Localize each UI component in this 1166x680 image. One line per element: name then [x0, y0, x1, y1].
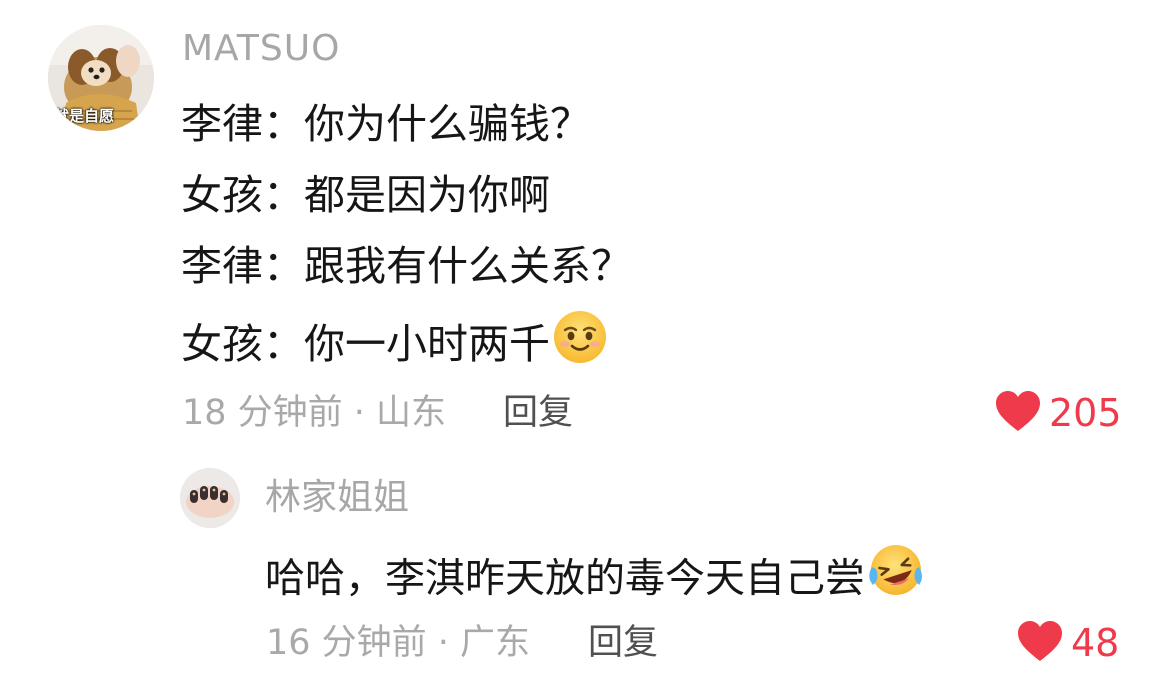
reply-button[interactable]: 回复 — [588, 620, 658, 666]
comment-line: 李律：跟我有什么关系？ — [181, 240, 632, 292]
speaker-label: 李律： — [181, 242, 304, 290]
username[interactable]: 林家姐姐 — [265, 475, 409, 521]
username[interactable]: MATSUO — [182, 26, 340, 72]
reply-text-content: 哈哈，李淇昨天放的毒今天自己尝 — [265, 555, 865, 602]
comment-line: 女孩：都是因为你啊 — [181, 169, 550, 221]
timestamp-location: 16 分钟前 · 广东 — [266, 623, 531, 663]
speaker-label: 李律： — [181, 100, 304, 148]
avatar-caption: 就是自愿 — [54, 107, 115, 125]
hand-nails-avatar-icon — [180, 468, 240, 528]
speaker-label: 女孩： — [181, 320, 304, 368]
timestamp-location: 18 分钟前 · 山东 — [182, 393, 447, 433]
line-text: 你一小时两千 — [304, 320, 550, 368]
comment-line: 女孩：你一小时两千 — [181, 311, 608, 381]
line-text: 跟我有什么关系？ — [304, 242, 632, 290]
speaker-label: 女孩： — [181, 171, 304, 219]
like-count: 205 — [1049, 391, 1122, 435]
heart-icon — [1017, 620, 1063, 666]
reply-text: 哈哈，李淇昨天放的毒今天自己尝 — [265, 545, 925, 616]
line-text: 都是因为你啊 — [304, 171, 550, 219]
reply-button[interactable]: 回复 — [503, 390, 573, 436]
heart-icon — [995, 390, 1041, 436]
comment-line: 李律：你为什么骗钱？ — [181, 98, 591, 150]
like-count: 48 — [1071, 621, 1120, 665]
like-button[interactable]: 48 — [1017, 620, 1119, 666]
smirk-face-icon — [552, 309, 608, 377]
avatar[interactable]: 就是自愿 — [48, 25, 154, 131]
avatar[interactable] — [180, 468, 240, 528]
line-text: 你为什么骗钱？ — [304, 100, 591, 148]
like-button[interactable]: 205 — [995, 390, 1122, 436]
laughing-tears-icon — [867, 541, 925, 612]
